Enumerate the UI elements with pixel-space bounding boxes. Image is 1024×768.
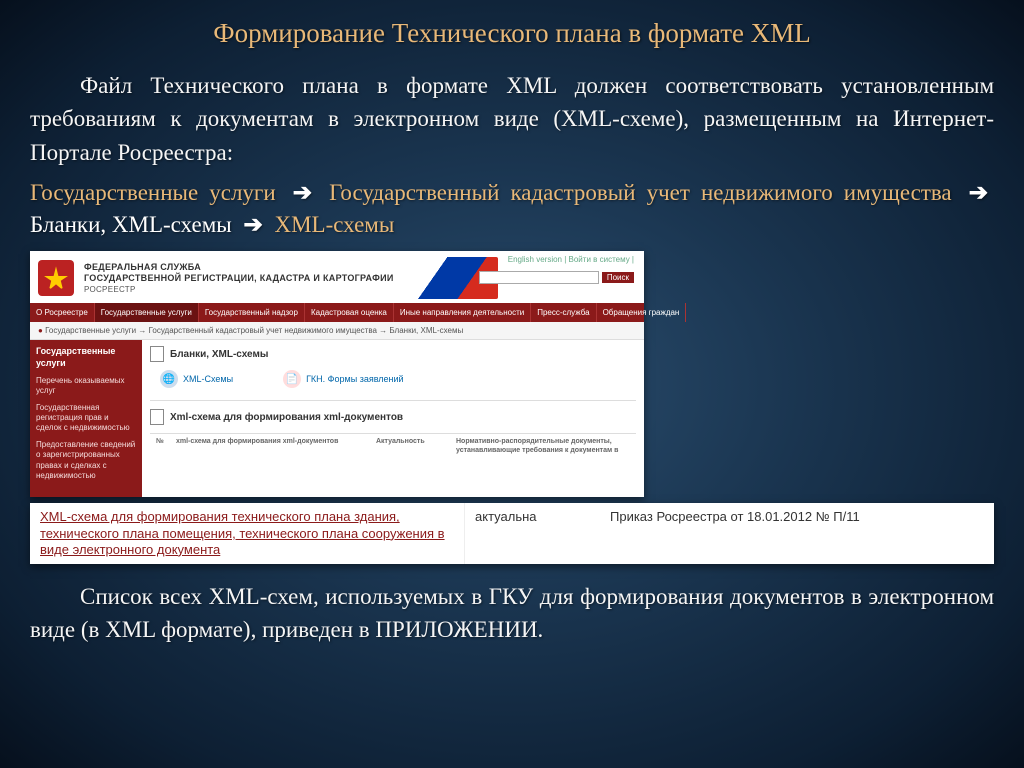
link-label: ГКН. Формы заявлений [306, 374, 404, 384]
website-screenshot: ФЕДЕРАЛЬНАЯ СЛУЖБА ГОСУДАРСТВЕННОЙ РЕГИС… [30, 251, 644, 497]
home-icon[interactable]: ● [38, 326, 43, 335]
links-row: 🌐 XML-Схемы 📄 ГКН. Формы заявлений [150, 370, 636, 388]
th-docs: Нормативно-распорядительные документы, у… [450, 433, 636, 459]
content-area: Бланки, XML-схемы 🌐 XML-Схемы 📄 ГКН. Фор… [142, 340, 644, 497]
doc-icon: 📄 [283, 370, 301, 388]
slide-title: Формирование Технического плана в формат… [0, 0, 1024, 49]
nav-item[interactable]: Кадастровая оценка [305, 303, 394, 322]
globe-icon: 🌐 [160, 370, 178, 388]
link-gkn-forms[interactable]: 📄 ГКН. Формы заявлений [283, 370, 404, 388]
bc-item-4: XML-схемы [274, 212, 394, 237]
schema-name-link[interactable]: XML-схема для формирования технического … [30, 503, 465, 564]
regulation-value: Приказ Росреестра от 18.01.2012 № П/11 [600, 503, 994, 564]
page-heading: Бланки, XML-схемы [150, 346, 636, 362]
nav-item[interactable]: Государственный надзор [199, 303, 305, 322]
arrow-icon: ➔ [237, 212, 268, 237]
sidebar-head: Государственные услуги [36, 346, 136, 369]
arrow-icon: ➔ [963, 180, 994, 205]
nav-item[interactable]: О Росреестре [30, 303, 95, 322]
nav-item[interactable]: Пресс-служба [531, 303, 596, 322]
nav-item[interactable]: Обращения граждан [597, 303, 687, 322]
intro-paragraph: Файл Технического плана в формате XML до… [30, 69, 994, 169]
website-header: ФЕДЕРАЛЬНАЯ СЛУЖБА ГОСУДАРСТВЕННОЙ РЕГИС… [30, 251, 644, 303]
top-links[interactable]: English version | Войти в систему | [508, 255, 634, 264]
nav-item[interactable]: Государственные услуги [95, 303, 199, 322]
page-heading-text: Бланки, XML-схемы [170, 349, 268, 360]
search-button[interactable]: Поиск [602, 272, 634, 283]
document-icon [150, 409, 164, 425]
sub-heading-text: Xml-схема для формирования xml-документо… [170, 412, 403, 423]
breadcrumb-strip: ● Государственные услуги → Государственн… [30, 322, 644, 340]
sidebar-item[interactable]: Государственная регистрация прав и сдело… [36, 403, 136, 434]
main-nav[interactable]: О Росреестре Государственные услуги Госу… [30, 303, 644, 322]
org-line: ФЕДЕРАЛЬНАЯ СЛУЖБА [84, 262, 394, 273]
arrow-icon: ➔ [287, 180, 318, 205]
link-xml-schemas[interactable]: 🌐 XML-Схемы [160, 370, 233, 388]
closing-paragraph: Список всех XML-схем, используемых в ГКУ… [30, 580, 994, 647]
search-input[interactable] [479, 271, 599, 284]
th-schema: xml-схема для формирования xml-документо… [170, 433, 370, 459]
document-icon [150, 346, 164, 362]
org-name: ФЕДЕРАЛЬНАЯ СЛУЖБА ГОСУДАРСТВЕННОЙ РЕГИС… [84, 262, 394, 295]
link-label: XML-Схемы [183, 374, 233, 384]
org-line: ГОСУДАРСТВЕННОЙ РЕГИСТРАЦИИ, КАДАСТРА И … [84, 273, 394, 284]
nav-item[interactable]: Иные направления деятельности [394, 303, 531, 322]
status-value: актуальна [465, 503, 600, 564]
sub-heading: Xml-схема для формирования xml-документо… [150, 400, 636, 425]
website-body: Государственные услуги Перечень оказывае… [30, 340, 644, 497]
emblem-icon [38, 260, 74, 296]
th-num: № [150, 433, 170, 459]
org-sub: РОСРЕЕСТР [84, 285, 394, 295]
table-row-excerpt: XML-схема для формирования технического … [30, 503, 994, 564]
search-box[interactable]: Поиск [479, 271, 634, 284]
table-header: № xml-схема для формирования xml-докумен… [150, 433, 636, 459]
bc-item-3: Бланки, XML-схемы [30, 212, 232, 237]
bc-item-1: Государственные услуги [30, 180, 276, 205]
sidebar-item[interactable]: Перечень оказываемых услуг [36, 376, 136, 397]
breadcrumb-row: Государственные услуги ➔ Государственный… [30, 177, 994, 241]
sidebar-item[interactable]: Предоставление сведений о зарегистрирова… [36, 440, 136, 482]
th-actual: Актуальность [370, 433, 450, 459]
bc-path[interactable]: Государственные услуги → Государственный… [45, 326, 463, 335]
sidebar: Государственные услуги Перечень оказывае… [30, 340, 142, 497]
bc-item-2: Государственный кадастровый учет недвижи… [329, 180, 952, 205]
